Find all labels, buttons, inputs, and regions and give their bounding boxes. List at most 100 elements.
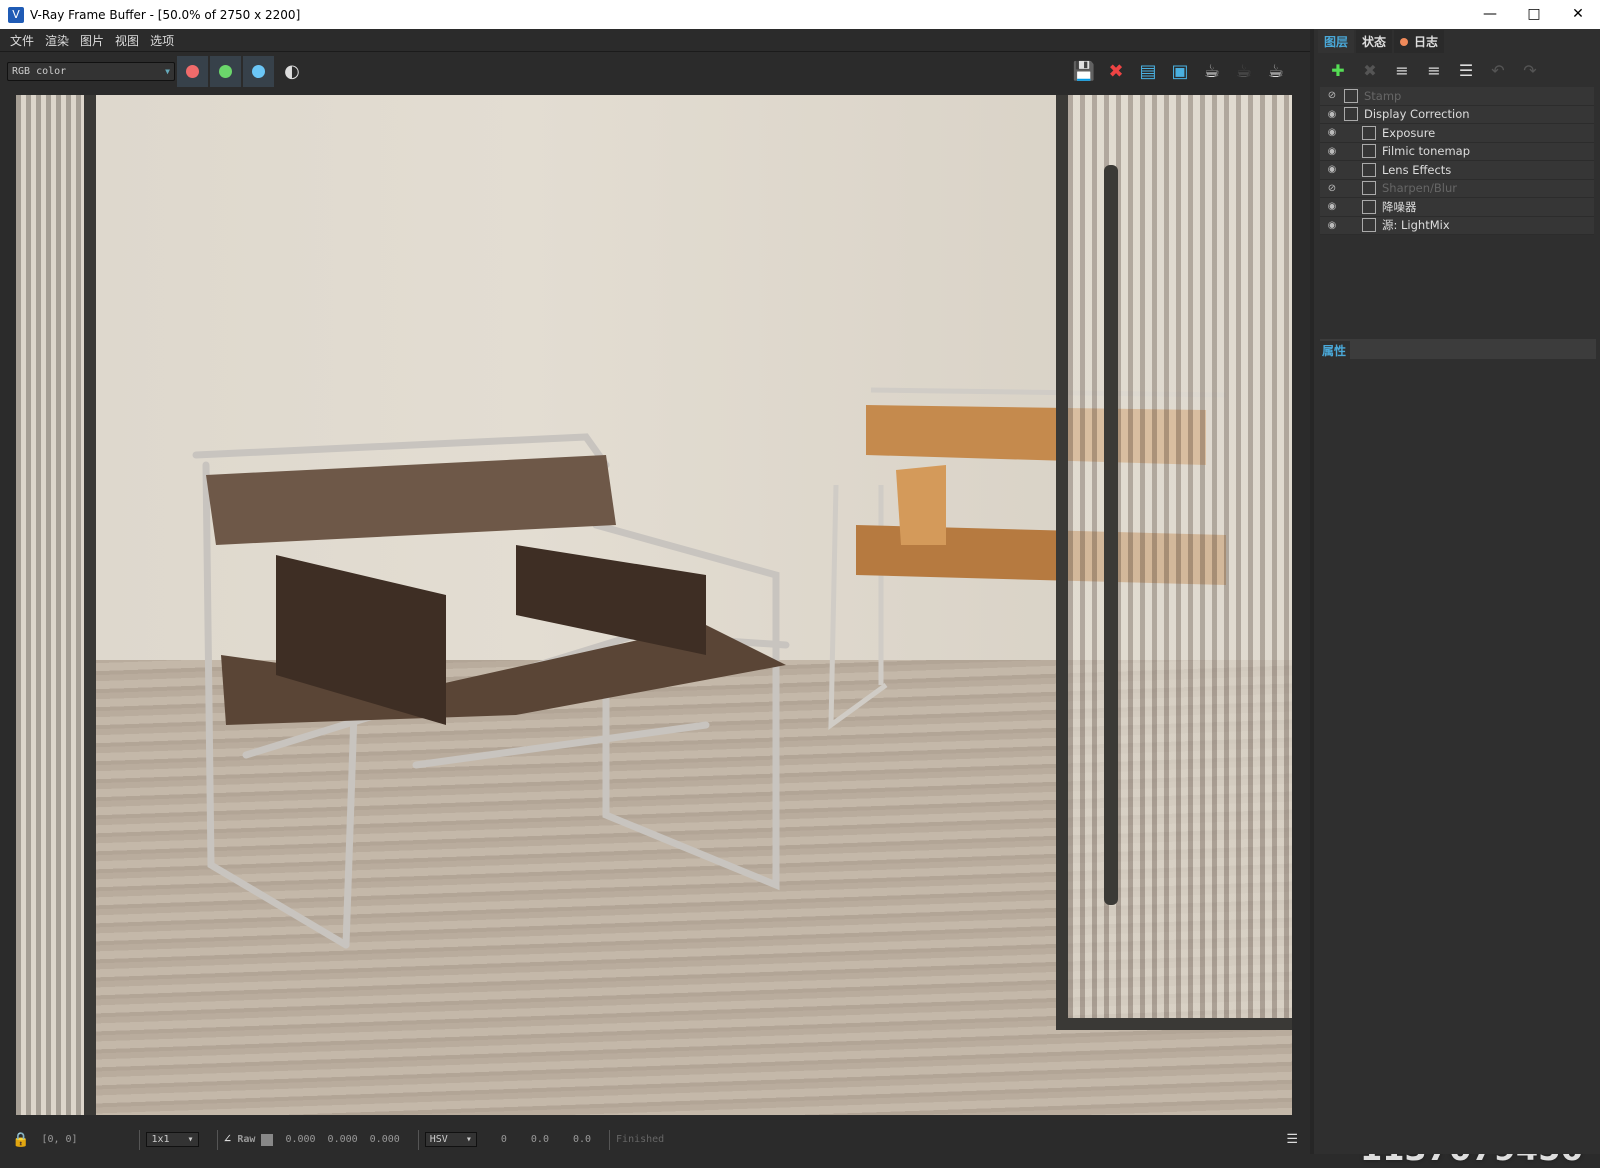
green-channel-button[interactable] (210, 55, 241, 87)
eye-icon[interactable]: ◉ (1320, 220, 1344, 231)
value-r: 0.000 (285, 1134, 316, 1145)
properties-section: 属性 (1320, 339, 1596, 359)
color-space-value: HSV (429, 1134, 448, 1145)
interactive-render-button[interactable]: ☕ (1262, 57, 1290, 85)
menu-render[interactable]: 渲染 (45, 32, 69, 49)
eye-icon[interactable]: ◉ (1320, 127, 1344, 138)
menu-file[interactable]: 文件 (10, 32, 34, 49)
pixel-coords: [0, 0] (41, 1134, 78, 1145)
eye-icon[interactable]: ◉ (1320, 201, 1344, 212)
render-chair-front (192, 433, 790, 949)
layer-item[interactable]: ⊘ Sharpen/Blur (1320, 179, 1594, 198)
value-g: 0.000 (327, 1134, 358, 1145)
load-layers-icon[interactable]: ≡ (1418, 61, 1450, 80)
layer-label: Exposure (1382, 125, 1436, 140)
layer-list-icon[interactable]: ☰ (1450, 61, 1482, 80)
properties-label: 属性 (1322, 343, 1347, 358)
window-title: V-Ray Frame Buffer - [50.0% of 2750 x 22… (30, 7, 301, 22)
layer-item[interactable]: ◉ Filmic tonemap (1320, 142, 1594, 161)
value-v: 0.0 (572, 1134, 592, 1145)
layer-label: 源: LightMix (1382, 218, 1450, 233)
layer-list: ⊘ Stamp ◉ Display Correction ◉ Exposure ◉ Filmi… (1320, 87, 1594, 235)
stamp-icon (1344, 88, 1358, 103)
color-swatch (261, 1133, 274, 1146)
delete-layer-icon[interactable]: ✖ (1354, 61, 1386, 80)
sample-size-dropdown[interactable]: 1x1 ▾ (146, 1132, 199, 1147)
menu-options[interactable]: 选项 (150, 32, 174, 49)
render-button[interactable]: ☕ (1198, 57, 1226, 85)
clear-image-icon: ✖ (1108, 60, 1124, 82)
eye-icon[interactable]: ◉ (1320, 164, 1344, 175)
render-glass-door-right (1056, 95, 1292, 1030)
layer-item[interactable]: ⊘ Stamp (1320, 87, 1594, 106)
layers-panel: 图层 状态 日志 ✚ ✖ ≡ ≡ ☰ ↶ ↷ ⊘ Stamp ◉ Display Co… (1310, 29, 1600, 1154)
render-glass-door-left (16, 95, 96, 1115)
close-button[interactable]: ✕ (1556, 0, 1600, 29)
toolbar: RGB color ▼ ◐ 💾 ✖ ▤ ▣ ☕ ☕ ☕ (0, 52, 1310, 90)
layer-label: 降噪器 (1382, 199, 1417, 214)
log-icon[interactable]: ☰ (1286, 1132, 1298, 1147)
menu-image[interactable]: 图片 (80, 32, 104, 49)
chevron-down-icon: ▼ (165, 66, 170, 76)
vray-logo-icon: V (8, 6, 24, 23)
exposure-icon (1362, 125, 1376, 140)
stop-render-button[interactable]: ☕ (1230, 57, 1258, 85)
add-layer-icon[interactable]: ✚ (1322, 61, 1354, 80)
maximize-button[interactable]: □ (1512, 0, 1556, 29)
menu-bar: 文件 渲染 图片 视图 选项 (0, 29, 1310, 52)
tab-log[interactable]: 日志 (1394, 30, 1445, 53)
blue-dot-icon (252, 64, 265, 78)
region-render-button[interactable]: ▤ (1134, 57, 1162, 85)
lightmix-icon (1362, 218, 1376, 233)
channel-select[interactable]: RGB color ▼ (7, 61, 175, 81)
layer-label: Lens Effects (1382, 162, 1452, 177)
eye-icon[interactable]: ◉ (1320, 146, 1344, 157)
save-layers-icon[interactable]: ≡ (1386, 61, 1418, 80)
green-dot-icon (219, 64, 232, 78)
channel-select-value: RGB color (12, 65, 67, 77)
layer-label: Display Correction (1364, 107, 1470, 122)
menu-view[interactable]: 视图 (115, 32, 139, 49)
undo-icon[interactable]: ↶ (1482, 61, 1514, 80)
clear-image-button[interactable]: ✖ (1102, 57, 1130, 85)
lock-coords-icon[interactable]: 🔒 (12, 1132, 29, 1148)
value-s: 0.0 (530, 1134, 549, 1145)
curve-icon (1344, 107, 1358, 122)
alpha-channel-button[interactable]: ◐ (278, 57, 306, 85)
value-h: 0 (500, 1134, 507, 1145)
layer-label: Stamp (1364, 88, 1402, 103)
color-space-dropdown[interactable]: HSV ▾ (424, 1132, 477, 1147)
denoiser-icon (1362, 199, 1376, 214)
minimize-button[interactable]: — (1468, 0, 1512, 29)
eye-icon[interactable]: ◉ (1320, 109, 1344, 120)
lens-effects-icon (1362, 162, 1376, 177)
red-channel-button[interactable] (177, 55, 208, 87)
layer-item[interactable]: ◉ Lens Effects (1320, 161, 1594, 180)
alpha-icon: ◐ (284, 60, 300, 82)
render-viewport[interactable] (16, 95, 1292, 1115)
status-bar: 🔒 [0, 0] 1x1 ▾ ∠ Raw 0.000 0.000 0.000 H… (0, 1125, 1310, 1154)
tonemap-icon (1362, 144, 1376, 159)
region-render-icon: ▤ (1139, 60, 1157, 82)
eye-hidden-icon[interactable]: ⊘ (1320, 183, 1344, 194)
tab-layers[interactable]: 图层 (1318, 30, 1355, 53)
save-image-button[interactable]: 💾 (1070, 57, 1098, 85)
value-b: 0.000 (369, 1134, 400, 1145)
layer-item[interactable]: ◉ Exposure (1320, 124, 1594, 143)
color-mode: Raw (237, 1134, 256, 1145)
layer-item[interactable]: ◉ 源: LightMix (1320, 216, 1594, 235)
layer-item[interactable]: ◉ 降噪器 (1320, 198, 1594, 217)
redo-icon[interactable]: ↷ (1514, 61, 1546, 80)
toggle-panel-button[interactable]: ▣ (1166, 57, 1194, 85)
tab-stats[interactable]: 状态 (1356, 30, 1393, 53)
tab-log-label: 日志 (1414, 35, 1439, 49)
blue-channel-button[interactable] (243, 55, 274, 87)
layer-item[interactable]: ◉ Display Correction (1320, 105, 1594, 124)
curve-icon[interactable]: ∠ (224, 1132, 232, 1147)
properties-header (1350, 341, 1596, 359)
stop-render-icon: ☕ (1235, 60, 1253, 82)
sample-size-value: 1x1 (151, 1134, 170, 1145)
layer-label: Sharpen/Blur (1382, 181, 1458, 196)
eye-hidden-icon[interactable]: ⊘ (1320, 90, 1344, 101)
render-status: Finished (616, 1134, 665, 1145)
